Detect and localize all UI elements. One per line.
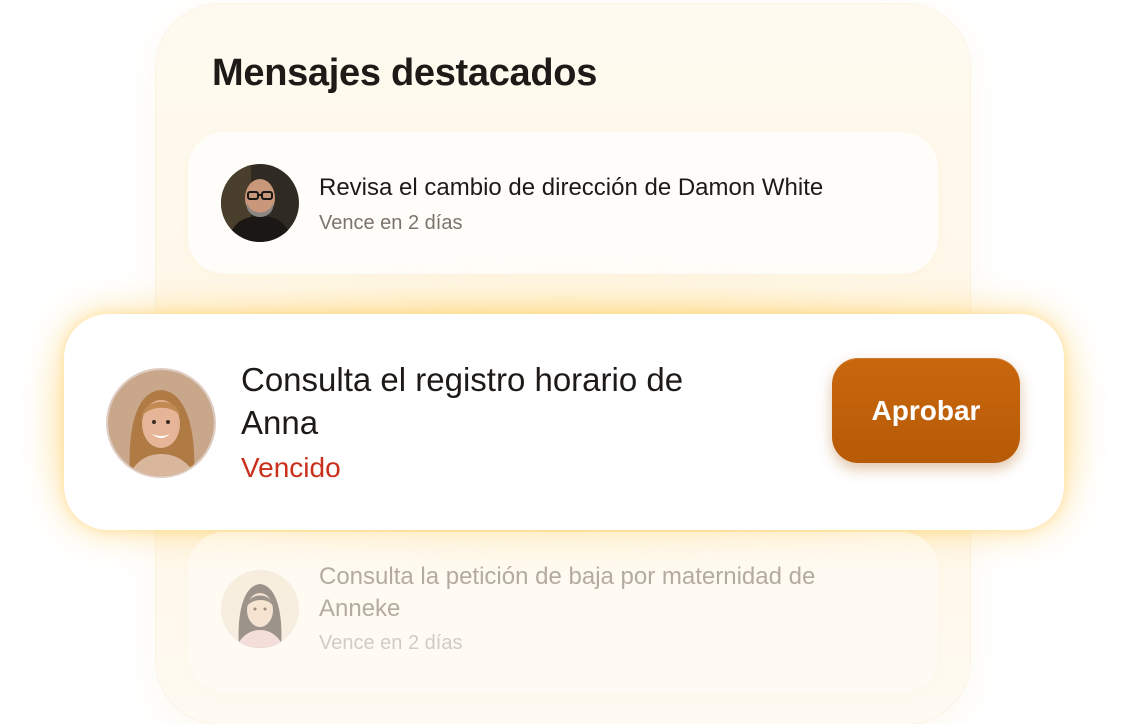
message-card-damon[interactable]: Revisa el cambio de dirección de Damon W…: [188, 132, 938, 274]
message-title: Consulta el registro horario de Anna: [241, 361, 684, 441]
due-date-text: Vence en 2 días: [319, 212, 463, 234]
panel-title: Mensajes destacados: [212, 52, 598, 94]
overdue-status: Vencido: [241, 452, 341, 483]
avatar: [221, 570, 299, 648]
man-avatar-icon: [221, 164, 299, 242]
message-card-anna[interactable]: Consulta el registro horario de Anna Ven…: [64, 314, 1064, 530]
message-title: Consulta la petición de baja por materni…: [319, 563, 816, 622]
woman-avatar-icon: [221, 570, 299, 648]
due-date-text: Vence en 2 días: [319, 632, 463, 654]
avatar: [108, 370, 214, 476]
woman-avatar-icon: [108, 370, 214, 476]
approve-button[interactable]: Aprobar: [832, 358, 1020, 463]
message-card-anneke[interactable]: Consulta la petición de baja por materni…: [188, 532, 938, 692]
avatar: [221, 164, 299, 242]
message-title: Revisa el cambio de dirección de Damon W…: [319, 174, 824, 201]
